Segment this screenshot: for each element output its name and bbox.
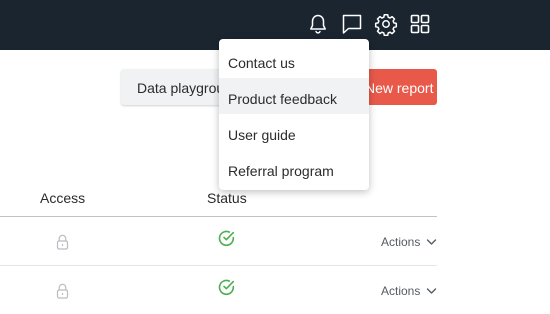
- help-menu: Contact us Product feedback User guide R…: [219, 39, 369, 190]
- grid-icon[interactable]: [408, 12, 432, 36]
- menu-item-user-guide[interactable]: User guide: [219, 114, 369, 150]
- check-circle-icon: [218, 230, 235, 247]
- chat-icon[interactable]: [340, 12, 364, 36]
- check-circle-icon: [218, 279, 235, 296]
- table-row: Actions: [0, 217, 437, 265]
- lock-icon: [56, 234, 69, 250]
- column-header-access: Access: [40, 190, 86, 206]
- menu-item-product-feedback[interactable]: Product feedback: [219, 78, 369, 114]
- menu-item-referral-program[interactable]: Referral program: [219, 150, 369, 186]
- data-playground-button[interactable]: Data playground: [121, 69, 235, 105]
- bell-icon[interactable]: [306, 12, 330, 36]
- chevron-down-icon[interactable]: [426, 287, 437, 295]
- actions-dropdown[interactable]: Actions: [381, 235, 420, 249]
- table-row: Actions: [0, 266, 437, 314]
- menu-item-contact-us[interactable]: Contact us: [219, 42, 369, 78]
- column-header-status: Status: [207, 190, 247, 206]
- chevron-down-icon[interactable]: [426, 238, 437, 246]
- lock-icon: [56, 283, 69, 299]
- gear-icon[interactable]: [374, 12, 398, 36]
- actions-dropdown[interactable]: Actions: [381, 284, 420, 298]
